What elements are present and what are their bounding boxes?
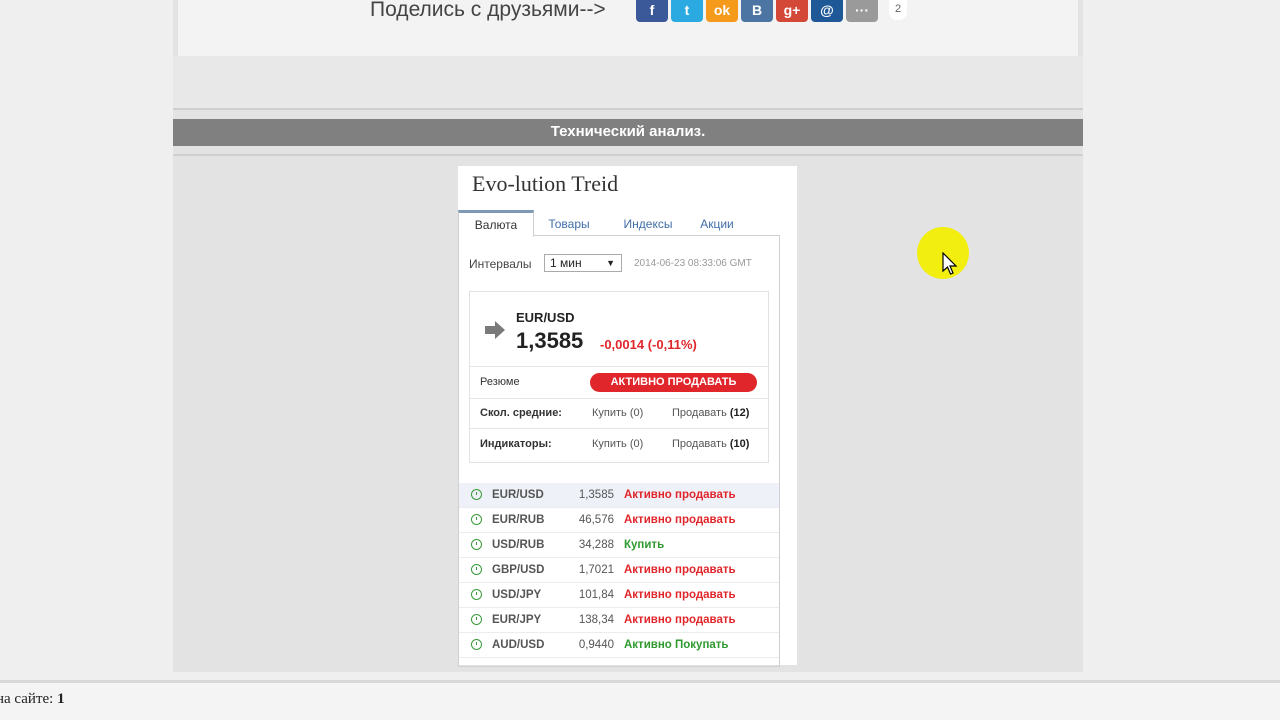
- divider: [470, 366, 768, 367]
- tab-stocks[interactable]: Акции: [690, 210, 744, 236]
- pair-value: 101,84: [578, 589, 614, 601]
- indicators-buy: Купить (0): [592, 438, 644, 450]
- resume-badge: АКТИВНО ПРОДАВАТЬ: [590, 373, 757, 392]
- pair-signal: Активно продавать: [624, 489, 736, 501]
- pair-signal: Купить: [624, 539, 665, 551]
- pair-value: 1,3585: [578, 489, 614, 501]
- indicators-label: Индикаторы:: [480, 438, 552, 450]
- tabs: Валюта Товары Индексы Акции: [458, 210, 779, 237]
- indicators-sell: Продавать (10): [672, 438, 750, 450]
- pair-name: USD/JPY: [492, 589, 542, 601]
- ma-label: Скол. средние:: [480, 407, 562, 419]
- clock-icon: [471, 489, 482, 500]
- pair-signal: Активно продавать: [624, 614, 736, 626]
- summary-change: -0,0014 (-0,11%): [600, 337, 697, 352]
- pairs-list: EUR/USD 1,3585 Активно продавать EUR/RUB 46,…: [459, 483, 779, 658]
- summary-box: EUR/USD 1,3585 -0,0014 (-0,11%) Резюме А…: [469, 291, 769, 463]
- pair-row[interactable]: EUR/RUB 46,576 Активно продавать: [459, 508, 779, 533]
- pair-value: 46,576: [578, 514, 614, 526]
- facebook-icon[interactable]: f: [636, 0, 668, 22]
- arrow-right-icon: [485, 321, 505, 339]
- divider: [173, 108, 1083, 110]
- share-icons: f t ok Bg+ @ ···: [636, 0, 878, 22]
- technical-analysis-widget: Evo-lution Treid Валюта Товары Индексы А…: [458, 166, 797, 667]
- pair-signal: Активно продавать: [624, 514, 736, 526]
- pair-name: EUR/USD: [492, 489, 544, 501]
- mail-ru-icon[interactable]: @: [811, 0, 843, 22]
- pair-row[interactable]: AUD/USD 0,9440 Активно Покупать: [459, 633, 779, 658]
- clock-icon: [471, 514, 482, 525]
- summary-price: 1,3585: [516, 328, 584, 353]
- footer: на сайте: 1: [0, 683, 1280, 720]
- divider: [470, 398, 768, 399]
- google-plus-icon[interactable]: g+: [776, 0, 808, 22]
- section-title: Технический анализ.: [173, 119, 1083, 146]
- pair-signal: Активно продавать: [624, 589, 736, 601]
- tab-panel: Интервалы 1 мин ▼ 2014-06-23 08:33:06 GM…: [458, 235, 780, 667]
- clock-icon: [471, 639, 482, 650]
- pair-value: 138,34: [578, 614, 614, 626]
- widget-title: Evo-lution Treid: [472, 171, 619, 196]
- clock-icon: [471, 564, 482, 575]
- share-block: [178, 0, 1078, 56]
- vkontakte-icon[interactable]: B: [741, 0, 773, 22]
- tab-commodities[interactable]: Товары: [536, 210, 602, 236]
- share-text: Поделись с друзьями-->: [370, 0, 606, 21]
- pair-name: GBP/USD: [492, 564, 545, 576]
- mouse-cursor-icon: [942, 252, 958, 275]
- pair-row[interactable]: EUR/JPY 138,34 Активно продавать: [459, 608, 779, 633]
- pair-name: EUR/RUB: [492, 514, 545, 526]
- pair-row[interactable]: EUR/USD 1,3585 Активно продавать: [459, 483, 779, 508]
- gray-band: [173, 56, 1083, 108]
- interval-label: Интервалы: [469, 257, 532, 271]
- divider: [470, 428, 768, 429]
- tab-currency[interactable]: Валюта: [458, 210, 534, 237]
- pair-row[interactable]: USD/JPY 101,84 Активно продавать: [459, 583, 779, 608]
- divider: [173, 154, 1083, 156]
- pair-signal: Активно Покупать: [624, 639, 729, 651]
- twitter-icon[interactable]: t: [671, 0, 703, 22]
- pair-row[interactable]: GBP/USD 1,7021 Активно продавать: [459, 558, 779, 583]
- pair-name: AUD/USD: [492, 639, 545, 651]
- pair-value: 34,288: [578, 539, 614, 551]
- interval-select[interactable]: 1 мин ▼: [544, 254, 622, 272]
- clock-icon: [471, 589, 482, 600]
- interval-value: 1 мин: [550, 256, 582, 270]
- share-count: 2: [889, 0, 907, 20]
- clock-icon: [471, 614, 482, 625]
- timestamp: 2014-06-23 08:33:06 GMT: [634, 258, 752, 269]
- pair-signal: Активно продавать: [624, 564, 736, 576]
- clock-icon: [471, 539, 482, 550]
- pair-row[interactable]: USD/RUB 34,288 Купить: [459, 533, 779, 558]
- pair-name: EUR/JPY: [492, 614, 542, 626]
- pair-name: USD/RUB: [492, 539, 545, 551]
- dropdown-arrow-icon: ▼: [606, 258, 615, 268]
- resume-label: Резюме: [480, 376, 520, 388]
- summary-pair-name: EUR/USD: [516, 310, 575, 325]
- more-icon[interactable]: ···: [846, 0, 878, 22]
- tab-indices[interactable]: Индексы: [610, 210, 686, 236]
- odnoklassniki-icon[interactable]: ok: [706, 0, 738, 22]
- ma-sell: Продавать (12): [672, 407, 750, 419]
- pair-value: 0,9440: [578, 639, 614, 651]
- pair-value: 1,7021: [578, 564, 614, 576]
- ma-buy: Купить (0): [592, 407, 644, 419]
- online-counter: на сайте: 1: [0, 691, 65, 707]
